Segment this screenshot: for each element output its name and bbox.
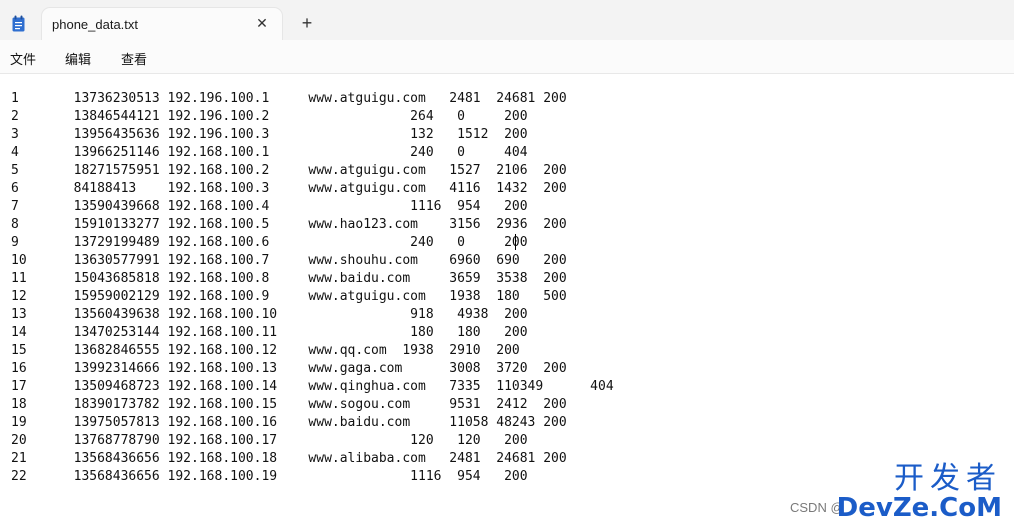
menu-edit[interactable]: 编辑 [65,49,91,68]
editor-line: 22 13568436656 192.168.100.19 1116 954 2… [11,469,528,484]
new-tab-button[interactable]: + [296,12,318,34]
editor-line: 20 13768778790 192.168.100.17 120 120 20… [11,433,528,448]
tab-title: phone_data.txt [52,17,139,32]
editor-line: 17 13509468723 192.168.100.14 www.qinghu… [11,379,614,394]
tab-bar: phone_data.txt ✕ + [0,0,1014,40]
menu-bar: 文件 编辑 查看 [0,40,1014,74]
editor-line: 6 84188413 192.168.100.3 www.atguigu.com… [11,181,567,196]
editor-line: 3 13956435636 192.196.100.3 132 1512 200 [11,127,528,142]
tab-phone-data[interactable]: phone_data.txt ✕ [42,8,282,40]
editor-line: 13 13560439638 192.168.100.10 918 4938 2… [11,307,528,322]
editor-line: 4 13966251146 192.168.100.1 240 0 404 [11,145,528,160]
editor-line: 21 13568436656 192.168.100.18 www.alibab… [11,451,567,466]
editor-line: 7 13590439668 192.168.100.4 1116 954 200 [11,199,528,214]
editor-line: 19 13975057813 192.168.100.16 www.baidu.… [11,415,567,430]
editor-line: 18 18390173782 192.168.100.15 www.sogou.… [11,397,567,412]
editor-line: 9 13729199489 192.168.100.6 240 0 200 [11,235,528,250]
editor-line: 12 15959002129 192.168.100.9 www.atguigu… [11,289,567,304]
editor-line: 5 18271575951 192.168.100.2 www.atguigu.… [11,163,567,178]
menu-file[interactable]: 文件 [10,49,36,68]
editor-line: 1 13736230513 192.196.100.1 www.atguigu.… [11,91,567,106]
csdn-watermark: CSDN @ [790,500,844,515]
watermark-en: DevZe.CoM [836,493,1002,523]
menu-view[interactable]: 查看 [121,49,147,68]
editor-line: 15 13682846555 192.168.100.12 www.qq.com… [11,343,520,358]
text-editor[interactable]: 1 13736230513 192.196.100.1 www.atguigu.… [0,74,1014,529]
text-caret [515,234,516,250]
devze-watermark: 开发者 DevZe.CoM [836,461,1002,523]
editor-text[interactable]: 1 13736230513 192.196.100.1 www.atguigu.… [11,90,614,486]
editor-line: 14 13470253144 192.168.100.11 180 180 20… [11,325,528,340]
editor-line: 2 13846544121 192.196.100.2 264 0 200 [11,109,528,124]
editor-line: 16 13992314666 192.168.100.13 www.gaga.c… [11,361,567,376]
editor-line: 8 15910133277 192.168.100.5 www.hao123.c… [11,217,567,232]
watermark-cn: 开发者 [894,461,1002,496]
close-icon[interactable]: ✕ [254,15,270,31]
notepad-icon [12,15,25,32]
editor-line: 11 15043685818 192.168.100.8 www.baidu.c… [11,271,567,286]
editor-line: 10 13630577991 192.168.100.7 www.shouhu.… [11,253,567,268]
